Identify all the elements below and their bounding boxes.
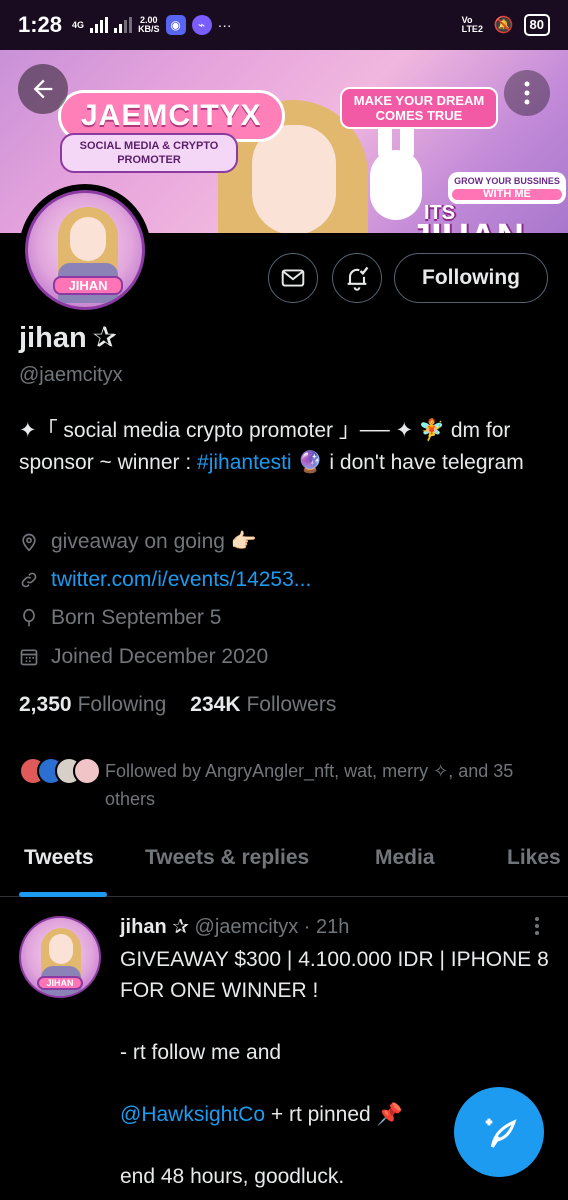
profile-tabs: Tweets Tweets & replies Media Likes (0, 833, 568, 897)
compose-icon (485, 1118, 517, 1148)
tweet-mention-link[interactable]: @HawksightCo (120, 1103, 265, 1126)
status-more: ··· (217, 17, 232, 33)
more-options-button[interactable] (504, 70, 550, 116)
banner-dream-text: MAKE YOUR DREAM COMES TRUE (340, 87, 498, 129)
followers-count-link[interactable]: 234K Followers (190, 693, 336, 717)
back-button[interactable] (18, 64, 68, 114)
profile-birthday: Born September 5 (19, 606, 221, 630)
back-arrow-icon (33, 79, 53, 99)
signal-icon (90, 17, 109, 33)
notifications-button[interactable] (332, 253, 382, 303)
tab-tweets[interactable]: Tweets (24, 846, 94, 870)
avatar-label: JIHAN (53, 276, 123, 295)
profile-stats: 2,350 Following 234K Followers (19, 693, 336, 717)
tweet-header: jihan ✰ @jaemcityx · 21h (120, 914, 349, 939)
banner-brand-subtitle: SOCIAL MEDIA & CRYPTO PROMOTER (60, 133, 238, 173)
network-speed: 2.00 KB/S (138, 15, 160, 34)
bell-icon (347, 266, 369, 291)
balloon-icon (19, 607, 39, 629)
calendar-icon (19, 647, 39, 667)
tab-likes[interactable]: Likes (507, 846, 561, 870)
bio-hashtag-link[interactable]: #jihantesti (197, 451, 292, 474)
signal-2-icon (114, 17, 133, 33)
followed-by-avatars[interactable] (19, 757, 101, 785)
profile-avatar[interactable]: JIHAN (19, 184, 151, 316)
tweet-author-name: jihan ✰ (120, 916, 189, 938)
profile-bio: ✦「 social media crypto promoter 」── ✦ 🧚 … (19, 419, 524, 474)
location-icon (19, 531, 39, 553)
tweet-more-button[interactable] (532, 916, 542, 936)
network-type: 4G (72, 20, 85, 30)
profile-joined: Joined December 2020 (19, 645, 268, 669)
banner-its-jihan: ITS JIHAN (410, 202, 524, 233)
status-time: 1:28 (18, 12, 63, 37)
following-button[interactable]: Following (394, 253, 548, 303)
compose-tweet-button[interactable] (454, 1087, 544, 1177)
volte-indicator: Vo LTE2 (461, 15, 483, 34)
message-button[interactable] (268, 253, 318, 303)
link-icon (19, 570, 39, 590)
profile-handle: @jaemcityx (19, 364, 123, 386)
tab-media[interactable]: Media (375, 846, 435, 870)
battery-indicator: 80 (523, 14, 550, 36)
tweet-avatar[interactable]: JIHAN (19, 916, 101, 998)
tab-tweets-replies[interactable]: Tweets & replies (145, 846, 309, 870)
more-icon (535, 917, 539, 935)
mute-icon: 🔕 (493, 17, 514, 34)
messenger-icon: ⌁ (191, 15, 212, 35)
banner-grow-badge: GROW YOUR BUSSINES WITH ME (448, 172, 566, 204)
tweet-handle-time: @jaemcityx · 21h (188, 916, 350, 938)
followed-by-text[interactable]: Followed by AngryAngler_nft, wat, merry … (105, 757, 555, 813)
profile-name: jihan ✰ (19, 322, 117, 354)
more-icon (524, 81, 530, 105)
profile-website[interactable]: twitter.com/i/events/14253... (19, 568, 311, 592)
following-count-link[interactable]: 2,350 Following (19, 693, 166, 717)
discord-icon: ◉ (165, 15, 186, 35)
mail-icon (281, 269, 305, 287)
profile-location: giveaway on going 👉🏻 (19, 530, 257, 554)
avatar (73, 757, 101, 785)
status-bar: 1:28 4G 2.00 KB/S ◉ ⌁ ··· Vo LTE2 🔕 80 (0, 0, 568, 50)
active-tab-indicator (19, 892, 107, 897)
